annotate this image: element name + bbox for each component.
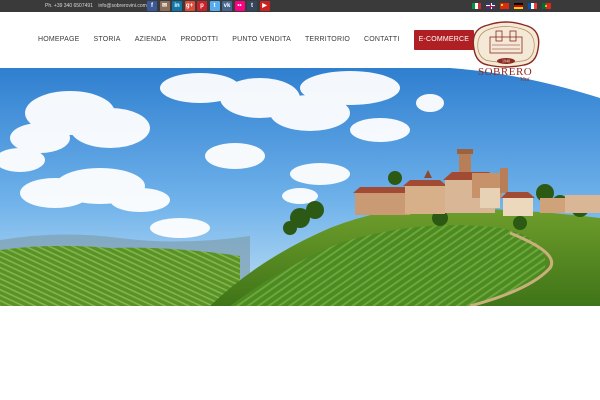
hero-landscape-image [0,68,600,306]
german-flag-icon[interactable] [514,3,523,9]
nav-territorio[interactable]: TERRITORIO [305,30,350,50]
linkedin-icon[interactable]: in [172,1,182,11]
email-icon[interactable]: ✉ [159,1,170,11]
flickr-icon[interactable]: •• [234,1,245,11]
top-bar: Ph. +39 340 6507491 info@sobrerovini.com… [0,0,600,12]
english-flag-icon[interactable] [486,3,495,9]
chinese-flag-icon[interactable] [500,3,509,9]
nav-prodotti[interactable]: PRODOTTI [180,30,218,50]
nav-homepage[interactable]: HOMEPAGE [38,30,80,50]
youtube-icon[interactable]: ▶ [259,1,270,11]
phone-text: Ph. +39 340 6507491 [45,3,93,9]
googleplus-icon[interactable]: g+ [184,1,195,11]
portuguese-flag-icon[interactable] [542,3,551,9]
nav-punto-vendita[interactable]: PUNTO VENDITA [232,30,291,50]
language-selector [472,3,556,9]
nav-contatti[interactable]: CONTATTI [364,30,400,50]
social-links: f ✉ in g+ p t vk •• t ▶ [147,1,272,11]
italian-flag-icon[interactable] [472,3,481,9]
main-nav: HOMEPAGE STORIA AZIENDA PRODOTTI PUNTO V… [38,30,503,50]
nav-azienda[interactable]: AZIENDA [135,30,167,50]
twitter-icon[interactable]: t [209,1,220,11]
pinterest-icon[interactable]: p [197,1,207,11]
tumblr-icon[interactable]: t [247,1,257,11]
logo-subtitle: Vini [520,77,530,83]
vk-icon[interactable]: vk [222,1,232,11]
logo-year-text: 1940 [502,59,510,64]
nav-storia[interactable]: STORIA [94,30,121,50]
facebook-icon[interactable]: f [147,1,157,11]
page: Ph. +39 340 6507491 info@sobrerovini.com… [0,0,600,400]
email-link[interactable]: info@sobrerovini.com [98,3,146,9]
french-flag-icon[interactable] [528,3,537,9]
contact-info: Ph. +39 340 6507491 info@sobrerovini.com [45,2,151,10]
